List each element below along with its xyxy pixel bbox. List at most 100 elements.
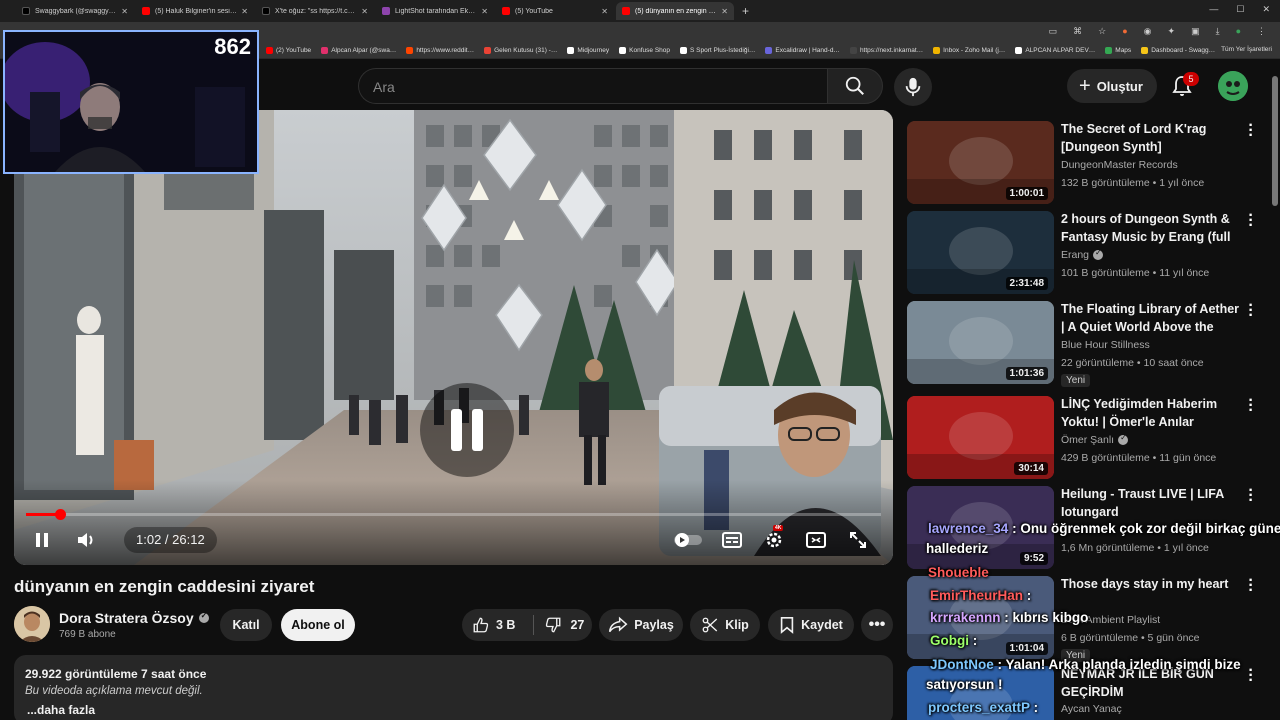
volume-button[interactable] <box>66 527 106 553</box>
page-scrollbar[interactable] <box>1272 62 1278 720</box>
close-icon[interactable]: ✕ <box>481 7 488 16</box>
share-button[interactable]: Paylaş <box>599 609 683 641</box>
screen-cast-icon[interactable]: ▭ <box>1049 26 1058 37</box>
like-button[interactable]: 3 B <box>472 616 515 634</box>
browser-tab[interactable]: Swaggybark (@swaggybark) / X ✕ <box>16 2 134 20</box>
show-more-link[interactable]: ...daha fazla <box>27 703 95 717</box>
more-vertical-icon[interactable]: · · · <box>1245 393 1257 419</box>
bookmark-item[interactable]: ALPCAN ALPAR DEV… <box>1015 46 1095 54</box>
recommendation-thumbnail[interactable]: 30:14 <box>907 396 1054 479</box>
streamer-webcam-overlay: 862 <box>3 30 259 174</box>
maximize-icon[interactable]: ☐ <box>1236 4 1244 15</box>
recommendation-channel[interactable]: Aycan Yanaç <box>1061 703 1122 715</box>
bookmark-star-icon[interactable]: ☆ <box>1098 26 1106 37</box>
recommendation-title[interactable]: 2 hours of Dungeon Synth & Fantasy Music… <box>1061 211 1241 247</box>
progress-bar[interactable] <box>26 509 881 520</box>
settings-button[interactable]: 4K <box>754 525 794 553</box>
more-actions-button[interactable]: ••• <box>861 609 893 641</box>
user-avatar[interactable] <box>1218 71 1248 101</box>
close-icon[interactable]: ✕ <box>361 7 368 16</box>
downloads-icon[interactable]: ⤓ <box>1216 26 1220 37</box>
more-vertical-icon[interactable]: · · · <box>1245 208 1257 234</box>
extension-icon[interactable]: ● <box>1236 26 1241 37</box>
recommendation-item[interactable]: 1:01:36 The Floating Library of Aether | … <box>907 298 1267 387</box>
bookmark-item[interactable]: S Sport Plus-İstediği… <box>680 46 755 54</box>
recommendation-title[interactable]: Heilung - Traust LIVE | LIFA Iotungard <box>1061 486 1241 521</box>
channel-avatar[interactable] <box>14 606 50 642</box>
more-vertical-icon[interactable]: · · · <box>1245 663 1257 689</box>
more-vertical-icon[interactable]: · · · <box>1245 118 1257 144</box>
video-player[interactable]: 1:02 / 26:12 4K <box>14 110 893 565</box>
translate-icon[interactable]: ⌘ <box>1073 26 1082 37</box>
close-icon[interactable]: ✕ <box>721 7 728 16</box>
create-button[interactable]: + Oluştur <box>1067 69 1157 103</box>
miniplayer-button[interactable] <box>796 527 836 553</box>
bookmark-item[interactable]: Excalidraw | Hand-d… <box>765 46 840 54</box>
browser-tab[interactable]: X'te oğuz: "ss https://t.co/8ZfZ…✕ <box>256 2 374 20</box>
new-tab-icon[interactable]: + <box>742 4 749 18</box>
share-icon <box>608 616 628 634</box>
recommendation-title[interactable]: Those days stay in my heart <box>1061 576 1241 594</box>
recommendation-thumbnail[interactable]: 1:01:36 <box>907 301 1054 384</box>
recommendation-item[interactable]: 2:31:48 2 hours of Dungeon Synth & Fantas… <box>907 208 1267 295</box>
center-pause-button[interactable] <box>420 383 514 477</box>
search-input[interactable]: Ara <box>358 68 828 104</box>
recommendation-channel[interactable]: Blue Hour Stillness <box>1061 339 1150 351</box>
bookmark-item[interactable]: (2) YouTube <box>266 46 311 54</box>
recommendation-channel[interactable]: DungeonMaster Records <box>1061 159 1178 171</box>
duration-badge: 9:52 <box>1019 552 1048 565</box>
bookmark-item[interactable]: Midjourney <box>567 46 609 54</box>
close-icon[interactable]: ✕ <box>241 7 248 16</box>
bookmark-item[interactable]: Alpcan Alpar (@swa… <box>321 46 396 54</box>
recommendation-channel[interactable]: Ömer Şanlı <box>1061 433 1129 446</box>
browser-tab[interactable]: LightShot tarafından Ekran Gö…✕ <box>376 2 494 20</box>
extension-icon[interactable]: ◉ <box>1144 26 1152 37</box>
extension-icon[interactable]: ● <box>1122 26 1127 37</box>
profile-icon[interactable]: ▣ <box>1191 26 1200 37</box>
scrollbar-thumb[interactable] <box>1272 76 1278 206</box>
dislike-button[interactable]: 27 <box>544 616 584 634</box>
close-icon[interactable]: ✕ <box>601 7 608 16</box>
bookmark-item[interactable]: https://www.reddit… <box>406 46 474 54</box>
bookmark-item[interactable]: Gelen Kutusu (31) -… <box>484 46 557 54</box>
more-vertical-icon[interactable]: · · · <box>1245 573 1257 599</box>
autoplay-toggle[interactable] <box>673 527 703 553</box>
close-window-icon[interactable]: ✕ <box>1262 4 1270 15</box>
puzzle-icon[interactable]: ✦ <box>1168 26 1176 37</box>
bookmark-item[interactable]: Dashboard - Swagg… <box>1141 46 1215 54</box>
clip-button[interactable]: Klip <box>690 609 760 641</box>
all-bookmarks-button[interactable]: Tüm Yer İşaretleri <box>1221 46 1272 53</box>
browser-tab-active[interactable]: (5) dünyanın en zengin cad… ✕ <box>616 2 734 20</box>
channel-name[interactable]: Dora Stratera Özsoy <box>59 610 209 626</box>
fullscreen-button[interactable] <box>838 527 878 553</box>
recommendation-item[interactable]: 30:14 LİNÇ Yediğimden Haberim Yoktu! | Öm… <box>907 393 1267 480</box>
recommendation-channel[interactable]: Erang <box>1061 248 1104 261</box>
recommendation-title[interactable]: LİNÇ Yediğimden Haberim Yoktu! | Ömer'le… <box>1061 396 1241 432</box>
browser-tab[interactable]: (5) YouTube ✕ <box>496 2 614 20</box>
browser-tab[interactable]: (5) Haluk Bilginer'in sesinden b…✕ <box>136 2 254 20</box>
browser-menu-icon[interactable]: ⋮ <box>1257 26 1266 37</box>
minimize-icon[interactable]: — <box>1209 4 1218 15</box>
recommendation-item[interactable]: 1:00:01 The Secret of Lord K'rag [Dungeon… <box>907 118 1267 205</box>
subtitles-button[interactable] <box>712 527 752 553</box>
chat-username: JDontNoe <box>930 657 994 672</box>
bookmark-item[interactable]: Maps <box>1105 46 1131 54</box>
tab-label: (5) Haluk Bilginer'in sesinden b… <box>155 7 238 15</box>
bookmark-item[interactable]: Inbox - Zoho Mail (j… <box>933 46 1005 54</box>
bookmark-item[interactable]: Konfuse Shop <box>619 46 670 54</box>
recommendation-thumbnail[interactable]: 2:31:48 <box>907 211 1054 294</box>
play-pause-button[interactable] <box>22 527 62 553</box>
recommendation-title[interactable]: The Secret of Lord K'rag [Dungeon Synth] <box>1061 121 1241 156</box>
save-button[interactable]: Kaydet <box>768 609 854 641</box>
close-icon[interactable]: ✕ <box>121 7 128 16</box>
recommendation-title[interactable]: The Floating Library of Aether | A Quiet… <box>1061 301 1241 337</box>
search-button[interactable] <box>827 68 883 104</box>
subscribe-button[interactable]: Abone ol <box>281 609 355 641</box>
join-button[interactable]: Katıl <box>220 609 272 641</box>
more-vertical-icon[interactable]: · · · <box>1245 298 1257 324</box>
voice-search-button[interactable] <box>894 68 932 106</box>
bookmark-item[interactable]: https://next.inkarnat… <box>849 46 923 54</box>
more-vertical-icon[interactable]: · · · <box>1245 483 1257 509</box>
recommendation-thumbnail[interactable]: 1:00:01 <box>907 121 1054 204</box>
description-box[interactable]: 29.922 görüntüleme 7 saat önce Bu videod… <box>14 655 893 720</box>
